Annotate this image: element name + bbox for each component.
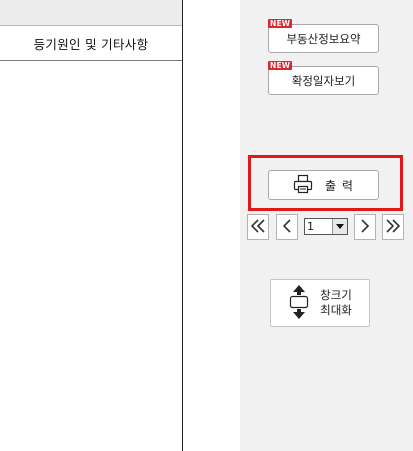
maximize-window-button[interactable]: 창크기 최대화 xyxy=(270,279,370,327)
first-page-icon xyxy=(250,218,266,237)
document-view: 등기원인 및 기타사항 xyxy=(0,0,183,451)
prev-page-button[interactable] xyxy=(276,214,298,240)
confirm-date-button[interactable]: NEW 확정일자보기 xyxy=(268,61,379,95)
new-badge: NEW xyxy=(268,19,293,28)
print-label: 출 력 xyxy=(325,178,354,193)
table-header-cell: 등기원인 및 기타사항 xyxy=(0,26,182,61)
resize-arrows-icon xyxy=(288,284,310,323)
confirm-date-label: 확정일자보기 xyxy=(291,73,356,88)
maximize-label: 창크기 최대화 xyxy=(320,288,352,318)
maximize-label-line2: 최대화 xyxy=(320,303,352,317)
page-select-value: 1 xyxy=(307,220,314,233)
prev-page-icon xyxy=(282,218,292,237)
next-page-button[interactable] xyxy=(354,214,376,240)
property-summary-label: 부동산정보요약 xyxy=(286,31,361,46)
first-page-button[interactable] xyxy=(247,214,269,240)
page-select[interactable]: 1 xyxy=(304,218,348,235)
table-right-border xyxy=(182,0,183,451)
print-button[interactable]: 출 력 xyxy=(268,170,379,200)
next-page-icon xyxy=(360,218,370,237)
property-summary-button[interactable]: NEW 부동산정보요약 xyxy=(268,19,379,53)
table-top-band xyxy=(0,0,182,26)
last-page-icon xyxy=(385,218,401,237)
new-badge: NEW xyxy=(268,61,293,70)
printer-icon xyxy=(293,174,313,197)
last-page-button[interactable] xyxy=(382,214,404,240)
dropdown-arrow-icon[interactable] xyxy=(332,219,347,234)
maximize-label-line1: 창크기 xyxy=(320,288,352,302)
